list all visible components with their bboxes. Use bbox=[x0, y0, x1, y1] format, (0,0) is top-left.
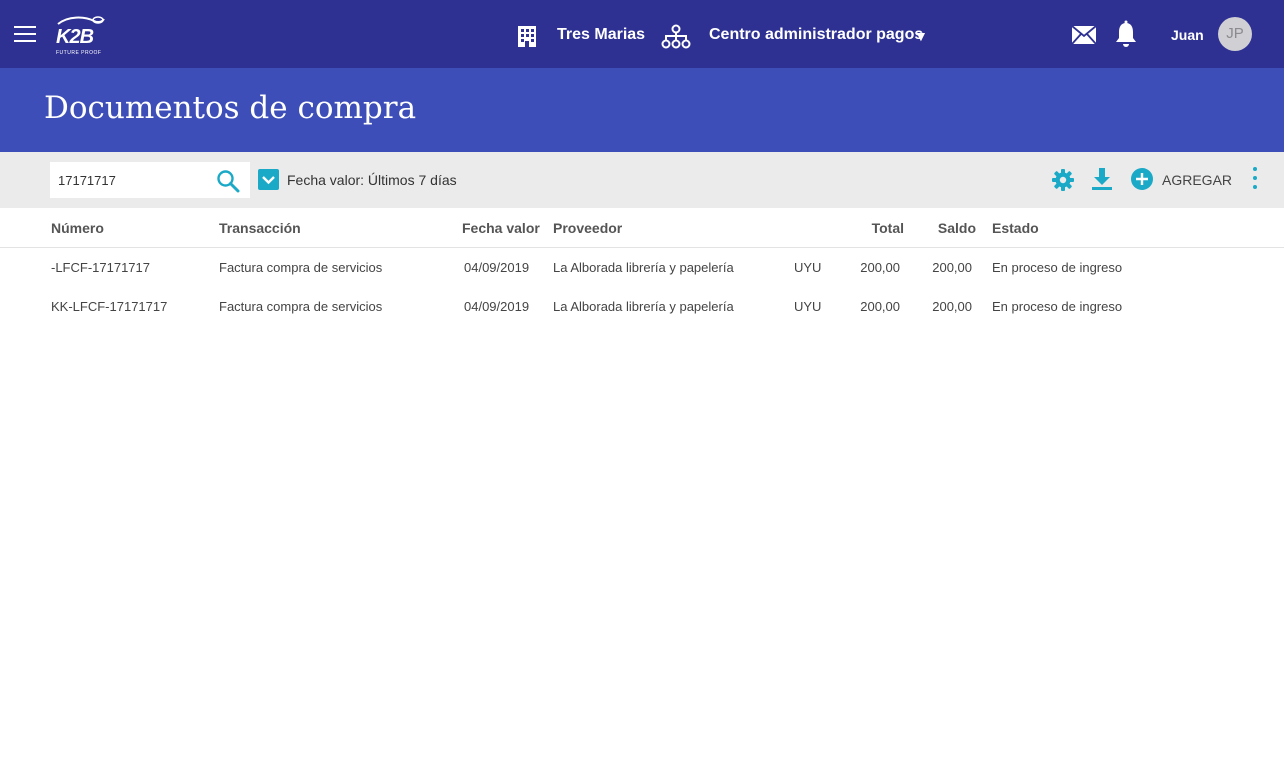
cell-estado: En proceso de ingreso bbox=[992, 299, 1123, 314]
chevron-down-icon[interactable]: ▼ bbox=[914, 28, 928, 44]
table-row[interactable]: -LFCF-17171717 Factura compra de servici… bbox=[0, 248, 1284, 287]
k2b-logo[interactable]: K2B FUTURE PROOF bbox=[54, 14, 110, 58]
search-box bbox=[50, 162, 250, 198]
avatar[interactable]: JP bbox=[1218, 17, 1252, 51]
column-header-estado[interactable]: Estado bbox=[992, 220, 1039, 236]
column-header-numero[interactable]: Número bbox=[51, 220, 104, 236]
title-band: Documentos de compra bbox=[0, 68, 1284, 152]
table-header: Número Transacción Fecha valor Proveedor… bbox=[0, 208, 1284, 248]
download-icon[interactable] bbox=[1091, 167, 1113, 191]
cell-transaccion: Factura compra de servicios bbox=[219, 260, 383, 275]
search-input[interactable] bbox=[58, 170, 208, 190]
cell-estado: En proceso de ingreso bbox=[992, 260, 1123, 275]
menu-icon[interactable] bbox=[14, 26, 36, 44]
add-icon[interactable] bbox=[1130, 167, 1154, 191]
cell-total: 200,00 bbox=[860, 260, 900, 275]
cell-moneda: UYU bbox=[794, 299, 822, 314]
top-bar: K2B FUTURE PROOF Tres Marias Centro admi… bbox=[0, 0, 1284, 68]
bell-icon[interactable] bbox=[1114, 20, 1138, 48]
date-filter-label[interactable]: Fecha valor: Últimos 7 días bbox=[287, 172, 457, 188]
column-header-total[interactable]: Total bbox=[824, 220, 904, 236]
mail-icon[interactable] bbox=[1071, 25, 1097, 45]
org-chart-icon bbox=[661, 24, 691, 49]
date-filter-checkbox[interactable] bbox=[258, 169, 279, 190]
filter-bar: Fecha valor: Últimos 7 días AGREGAR bbox=[0, 152, 1284, 208]
building-icon bbox=[518, 26, 536, 47]
more-options-icon[interactable] bbox=[1250, 167, 1260, 193]
logo-text: K2B bbox=[56, 26, 94, 48]
column-header-proveedor[interactable]: Proveedor bbox=[553, 220, 622, 236]
cell-fecha-valor: 04/09/2019 bbox=[464, 260, 530, 275]
center-selector[interactable]: Centro administrador pagos bbox=[709, 26, 923, 44]
add-button[interactable]: AGREGAR bbox=[1162, 172, 1232, 188]
search-icon[interactable] bbox=[216, 169, 240, 193]
cell-numero: KK-LFCF-17171717 bbox=[51, 299, 168, 314]
cell-saldo: 200,00 bbox=[932, 299, 972, 314]
cell-total: 200,00 bbox=[860, 299, 900, 314]
cell-numero: -LFCF-17171717 bbox=[51, 260, 150, 275]
cell-proveedor: La Alborada librería y papelería bbox=[553, 260, 734, 275]
cell-fecha-valor: 04/09/2019 bbox=[464, 299, 530, 314]
company-name[interactable]: Tres Marias bbox=[557, 26, 645, 44]
chevron-down-icon bbox=[262, 176, 275, 185]
column-header-transaccion[interactable]: Transacción bbox=[219, 220, 301, 236]
gear-icon[interactable] bbox=[1051, 168, 1075, 192]
cell-transaccion: Factura compra de servicios bbox=[219, 299, 383, 314]
cell-proveedor: La Alborada librería y papelería bbox=[553, 299, 734, 314]
user-name[interactable]: Juan bbox=[1171, 27, 1204, 43]
column-header-fecha-valor[interactable]: Fecha valor bbox=[462, 220, 540, 236]
table-row[interactable]: KK-LFCF-17171717 Factura compra de servi… bbox=[0, 287, 1284, 326]
cell-moneda: UYU bbox=[794, 260, 822, 275]
page-title: Documentos de compra bbox=[44, 90, 417, 126]
column-header-saldo[interactable]: Saldo bbox=[896, 220, 976, 236]
logo-tagline: FUTURE PROOF bbox=[56, 50, 102, 56]
cell-saldo: 200,00 bbox=[932, 260, 972, 275]
